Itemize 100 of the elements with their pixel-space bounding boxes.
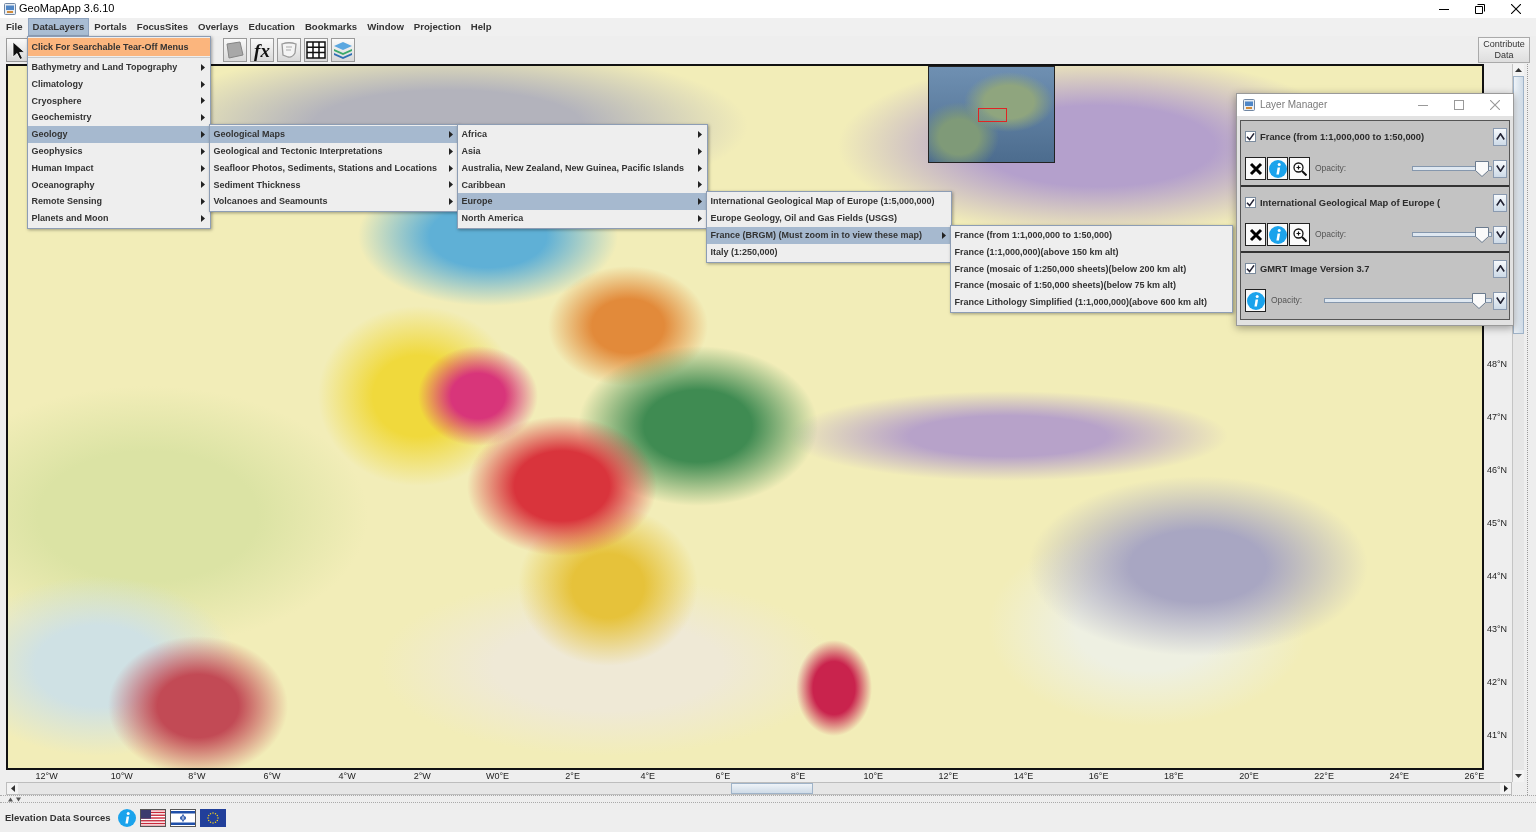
info-button[interactable] (1245, 289, 1266, 312)
menu-bar-item[interactable]: Window (362, 18, 409, 36)
layers-button[interactable] (331, 38, 355, 62)
zoom-to-layer-button[interactable] (1289, 223, 1310, 246)
menu-item[interactable]: Europe Geology, Oil and Gas Fields (USGS) (706, 210, 951, 227)
menu-item[interactable]: Italy (1:250,000) (706, 243, 951, 261)
checkbox[interactable] (1245, 263, 1256, 274)
move-up-button[interactable] (1493, 127, 1507, 146)
scroll-down-button[interactable] (1513, 770, 1524, 782)
submenu-arrow-icon (200, 198, 205, 206)
menu-item[interactable]: Click For Searchable Tear-Off Menus (27, 38, 210, 56)
layer-name: GMRT Image Version 3.7 (1260, 262, 1371, 275)
opacity-label: Opacity: (1271, 295, 1303, 306)
scrollbar-thumb[interactable] (1513, 76, 1524, 334)
scroll-right-button[interactable] (1500, 783, 1511, 794)
move-down-button[interactable] (1493, 159, 1507, 178)
menu-item[interactable]: France (mosaic of 1:250,000 sheets)(below 200 km alt) (950, 260, 1232, 278)
close-icon (1490, 100, 1500, 110)
x-icon (1248, 161, 1263, 176)
longitude-label: 8°E (790, 771, 806, 781)
longitude-label: 22°E (1314, 771, 1334, 781)
remove-layer-button[interactable] (1245, 223, 1266, 246)
menu-item[interactable]: France (from 1:1,000,000 to 1:50,000) (950, 226, 1232, 244)
menu-item[interactable]: Australia, New Zealand, New Guinea, Pacific Islands (457, 159, 707, 177)
longitude-label: 16°E (1088, 771, 1109, 781)
pointer-tool-button[interactable] (6, 38, 30, 62)
menu-item[interactable]: Africa (457, 126, 707, 143)
menu-item[interactable]: Geological and Tectonic Interpretations (209, 143, 458, 160)
x-icon (1248, 227, 1263, 242)
menu-item[interactable]: Geological Maps (209, 126, 458, 143)
menu-bar-item[interactable]: File (1, 18, 28, 36)
submenu-arrow-icon (200, 181, 205, 189)
menu-bar-item[interactable]: Education (243, 18, 300, 36)
menu-item[interactable]: Sediment Thickness (209, 176, 458, 194)
us-flag-icon[interactable] (139, 808, 166, 827)
submenu-arrow-icon (448, 198, 453, 206)
longitude-label: 20°E (1239, 771, 1259, 781)
grid-button[interactable] (304, 38, 328, 62)
latitude-label: 45°N (1487, 518, 1508, 529)
menu-bar-item[interactable]: Overlays (193, 18, 244, 36)
menu-item[interactable]: France (1:1,000,000)(above 150 km alt) (950, 243, 1232, 261)
move-up-button[interactable] (1493, 193, 1507, 212)
menu-item[interactable]: Geology (27, 126, 210, 143)
menu-item[interactable]: Geochemistry (27, 109, 210, 127)
scroll-up-button[interactable] (1513, 64, 1524, 76)
latitude-label: 43°N (1487, 624, 1508, 635)
up-down-arrows-icon[interactable] (8, 796, 22, 802)
shape-tool-button[interactable] (223, 38, 247, 62)
menu-item[interactable]: Climatology (27, 75, 210, 93)
info-button[interactable] (1267, 157, 1288, 180)
menu-item[interactable]: France (mosaic of 1:50,000 sheets)(below 75 km alt) (950, 277, 1232, 295)
menu-bar-item[interactable]: DataLayers (27, 18, 90, 36)
menu-item[interactable]: Europe (457, 193, 707, 211)
menu-item[interactable]: North America (457, 210, 707, 227)
submenu-arrow-icon (448, 181, 453, 189)
menu-item[interactable]: Planets and Moon (27, 210, 210, 227)
zoom-to-layer-button[interactable] (1289, 157, 1310, 180)
menu-bar-item[interactable]: Projection (408, 18, 466, 36)
latitude-label: 47°N (1487, 412, 1508, 423)
pointer-arrow-icon (11, 40, 25, 60)
longitude-label: 12°E (938, 771, 959, 781)
menu-item[interactable]: Asia (457, 143, 707, 160)
submenu-arrow-icon (697, 181, 702, 189)
menu-item[interactable]: Oceanography (27, 176, 210, 194)
eu-flag-icon[interactable] (199, 808, 226, 827)
contribute-data-button[interactable]: Contribute Data (1478, 37, 1530, 63)
info-button[interactable] (1267, 223, 1288, 246)
info-icon[interactable] (117, 808, 136, 827)
menu-item[interactable]: Geophysics (27, 143, 210, 160)
menu-item[interactable]: France Lithology Simplified (1:1,000,000)(above 600 km alt) (950, 294, 1232, 311)
menu-item[interactable]: Volcanoes and Seamounts (209, 193, 458, 211)
menu-bar-item[interactable]: Portals (89, 18, 132, 36)
scroll-left-button[interactable] (7, 783, 18, 794)
move-down-button[interactable] (1493, 225, 1507, 244)
menu-item[interactable]: Cryosphere (27, 92, 210, 110)
checkbox[interactable] (1245, 131, 1256, 142)
grid-icon (306, 41, 326, 59)
longitude-label: 12°W (35, 771, 58, 781)
menu-item[interactable]: Remote Sensing (27, 193, 210, 211)
menu-item[interactable]: Bathymetry and Land Topography (27, 59, 210, 76)
menu-item[interactable]: International Geological Map of Europe (1:5,000,000) (706, 193, 951, 211)
menu-bar-item[interactable]: Help (465, 18, 497, 36)
move-up-button[interactable] (1493, 259, 1507, 278)
israel-flag-icon[interactable] (169, 808, 196, 827)
slider-thumb[interactable] (1474, 160, 1489, 177)
menu-item[interactable]: France (BRGM) (Must zoom in to view these map) (706, 226, 951, 244)
slider-thumb[interactable] (1474, 226, 1489, 243)
menu-item[interactable]: Human Impact (27, 159, 210, 177)
remove-layer-button[interactable] (1245, 157, 1266, 180)
app-icon (1243, 99, 1255, 111)
menu-bar-item[interactable]: Bookmarks (299, 18, 363, 36)
menu-bar-item[interactable]: FocusSites (131, 18, 193, 36)
menu-item[interactable]: Seafloor Photos, Sediments, Stations and Locations (209, 159, 458, 177)
menu-item[interactable]: Caribbean (457, 176, 707, 194)
scrollbar-thumb[interactable] (731, 783, 813, 794)
function-button[interactable]: fx (250, 38, 274, 62)
checkbox[interactable] (1245, 197, 1256, 208)
slider-thumb[interactable] (1471, 292, 1486, 309)
longitude-label: 14°E (1013, 771, 1034, 781)
move-down-button[interactable] (1493, 291, 1507, 310)
